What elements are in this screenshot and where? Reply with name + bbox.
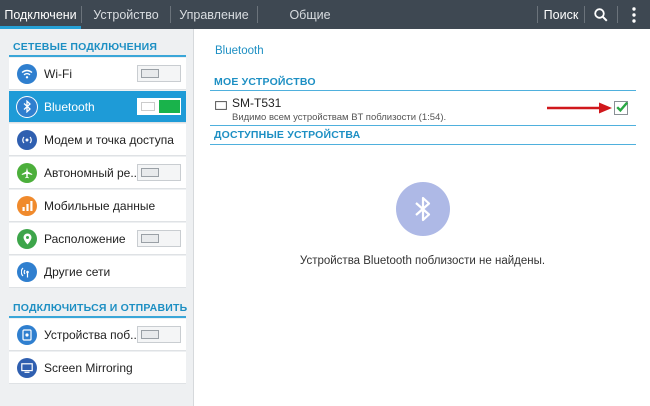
sidebar-item-label: Устройства поб...	[44, 327, 137, 342]
sidebar-item-bluetooth[interactable]: Bluetooth	[9, 91, 186, 123]
airplane-toggle[interactable]	[137, 164, 181, 181]
location-icon	[17, 228, 37, 249]
toggle-knob	[159, 100, 180, 113]
tab-connections-label: Подключени	[4, 7, 77, 22]
tab-connections[interactable]: Подключени	[0, 0, 81, 29]
sidebar-item-location[interactable]: Расположение	[9, 223, 186, 255]
section-divider	[210, 125, 636, 126]
sidebar-item-label: Мобильные данные	[44, 198, 156, 213]
section-divider	[210, 90, 636, 91]
toggle-track	[141, 102, 155, 111]
toggle-knob	[141, 330, 159, 339]
screen-mirroring-icon	[17, 357, 37, 378]
bluetooth-icon	[17, 96, 37, 117]
sidebar-item-label: Bluetooth	[44, 99, 95, 114]
visibility-checkbox[interactable]	[614, 101, 629, 115]
sidebar-item-label: Модем и точка доступа	[44, 132, 174, 147]
bluetooth-detail-panel: Bluetooth МОЕ УСТРОЙСТВО SM-T531 Видимо …	[195, 29, 650, 406]
bluetooth-toggle[interactable]	[137, 98, 181, 115]
tab-device[interactable]: Устройство	[82, 0, 170, 29]
overflow-menu-icon[interactable]	[618, 0, 650, 29]
device-name: SM-T531	[232, 96, 282, 110]
sidebar-item-nearby-devices[interactable]: Устройства поб...	[9, 319, 186, 351]
red-arrow-annotation	[547, 102, 612, 114]
section-title-available-devices: ДОСТУПНЫЕ УСТРОЙСТВА	[214, 129, 361, 141]
section-divider	[210, 144, 636, 145]
tab-device-label: Устройство	[93, 7, 159, 22]
sidebar-item-tethering[interactable]: Модем и точка доступа	[9, 124, 186, 156]
empty-state-message: Устройства Bluetooth поблизости не найде…	[299, 255, 546, 267]
more-networks-icon	[17, 261, 37, 282]
bluetooth-icon	[396, 182, 450, 236]
hotspot-icon	[17, 129, 37, 150]
sidebar-item-screen-mirroring[interactable]: Screen Mirroring	[9, 352, 186, 384]
section-divider	[9, 55, 186, 57]
nearby-devices-toggle[interactable]	[137, 326, 181, 343]
sidebar-item-wifi[interactable]: Wi-Fi	[9, 58, 186, 90]
sidebar-item-mobile-data[interactable]: Мобильные данные	[9, 190, 186, 222]
toggle-knob	[141, 234, 159, 243]
tab-controls[interactable]: Управление	[171, 0, 257, 29]
wifi-toggle[interactable]	[137, 65, 181, 82]
sidebar-item-label: Автономный ре...	[44, 165, 137, 180]
device-visibility-status[interactable]: Видимо всем устройствам BT поблизости (1…	[232, 112, 446, 123]
search-icon[interactable]	[585, 0, 617, 29]
section-title-network: СЕТЕВЫЕ ПОДКЛЮЧЕНИЯ	[13, 41, 158, 53]
section-title-my-device: МОЕ УСТРОЙСТВО	[214, 76, 316, 88]
nearby-devices-icon	[17, 324, 37, 345]
data-usage-icon	[17, 195, 37, 216]
location-toggle[interactable]	[137, 230, 181, 247]
sidebar-item-airplane-mode[interactable]: Автономный ре...	[9, 157, 186, 189]
search-label: Поиск	[543, 7, 579, 22]
toggle-knob	[141, 168, 159, 177]
wifi-icon	[17, 63, 37, 84]
section-title-connect-share: ПОДКЛЮЧИТЬСЯ И ОТПРАВИТЬ	[13, 302, 188, 314]
sidebar-item-label: Другие сети	[44, 264, 111, 279]
tab-general[interactable]: Общие	[258, 0, 362, 29]
sidebar-item-more-networks[interactable]: Другие сети	[9, 256, 186, 288]
tab-general-label: Общие	[289, 7, 331, 22]
tablet-device-icon	[215, 101, 227, 110]
top-tab-bar: Подключени Устройство Управление Общие П…	[0, 0, 650, 29]
airplane-icon	[17, 162, 37, 183]
section-divider	[9, 316, 186, 318]
sidebar-item-label: Screen Mirroring	[44, 360, 133, 375]
page-title: Bluetooth	[215, 45, 264, 57]
toggle-knob	[141, 69, 159, 78]
tab-controls-label: Управление	[179, 7, 249, 22]
checkmark-icon	[616, 101, 629, 113]
sidebar-item-label: Расположение	[44, 231, 126, 246]
sidebar-item-label: Wi-Fi	[44, 66, 72, 81]
topbar-actions: Поиск	[537, 0, 650, 29]
settings-sidebar: СЕТЕВЫЕ ПОДКЛЮЧЕНИЯ Wi-Fi Bluetooth Моде…	[0, 29, 194, 406]
search-text-button[interactable]: Поиск	[538, 0, 584, 29]
